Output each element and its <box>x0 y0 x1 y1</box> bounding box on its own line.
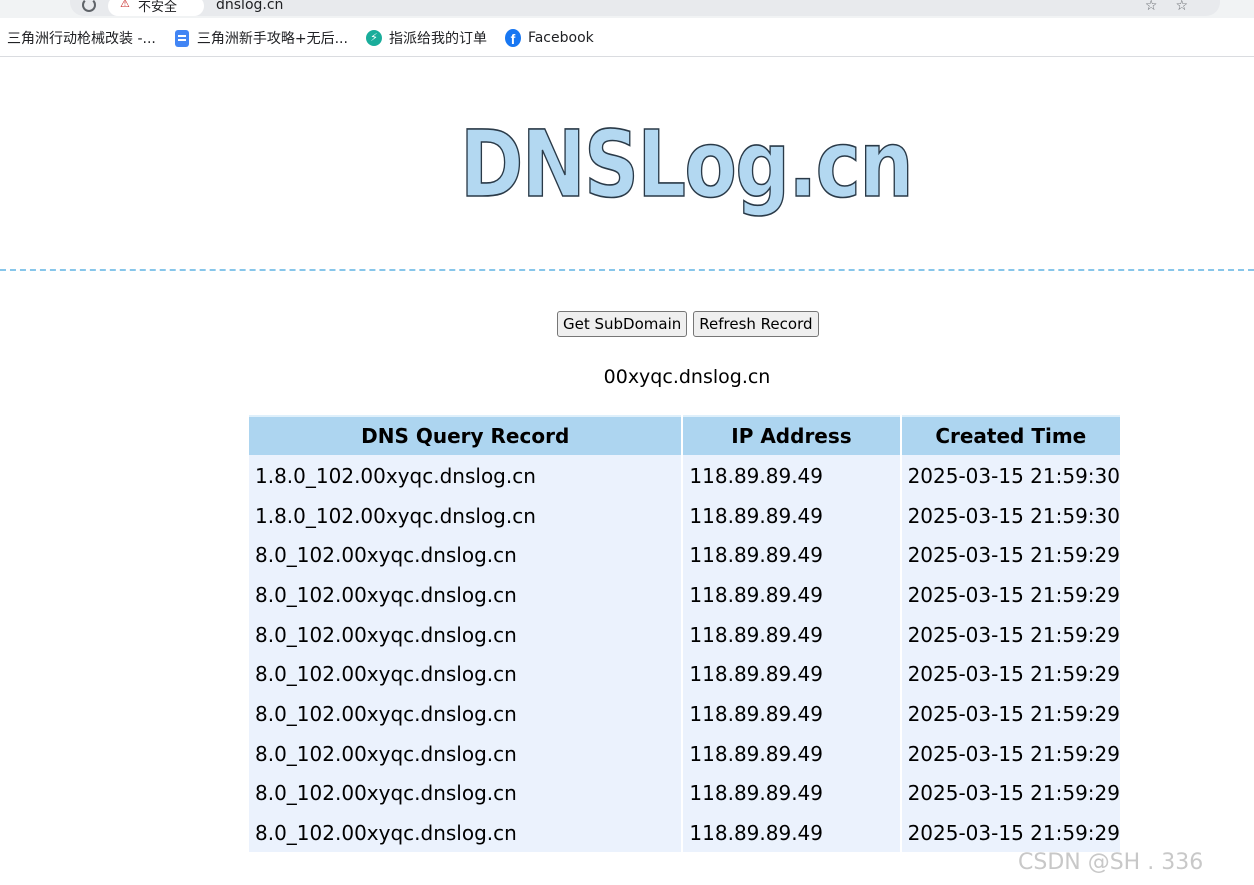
table-row: 8.0_102.00xyqc.dnslog.cn 118.89.89.49 2025… <box>249 772 1120 813</box>
not-secure-icon: ⚠ <box>120 0 130 10</box>
table-row: 8.0_102.00xyqc.dnslog.cn 118.89.89.49 2025… <box>249 613 1120 654</box>
back-forward-icon[interactable] <box>82 0 96 12</box>
dns-query-cell: 8.0_102.00xyqc.dnslog.cn <box>249 812 682 852</box>
created-time-cell: 2025-03-15 21:59:29 <box>901 693 1120 733</box>
created-time-cell: 2025-03-15 21:59:29 <box>901 613 1120 654</box>
created-time-cell: 2025-03-15 21:59:29 <box>901 732 1120 773</box>
dns-query-cell: 8.0_102.00xyqc.dnslog.cn <box>249 613 682 654</box>
dns-query-cell: 8.0_102.00xyqc.dnslog.cn <box>249 653 682 694</box>
dns-query-cell: 8.0_102.00xyqc.dnslog.cn <box>249 534 682 575</box>
bookmark-item[interactable]: f Facebook <box>504 29 594 47</box>
table-header-row: DNS Query Record IP Address Created Time <box>249 415 1120 455</box>
refresh-record-button[interactable]: Refresh Record <box>693 311 819 337</box>
star-icon[interactable]: ☆ <box>1145 0 1176 14</box>
created-time-cell: 2025-03-15 21:59:30 <box>901 455 1120 495</box>
bookmark-item[interactable]: 三角洲行动枪械改装 -... <box>7 28 156 48</box>
ip-address-cell: 118.89.89.49 <box>683 732 900 773</box>
ip-address-cell: 118.89.89.49 <box>683 772 900 813</box>
bookmark-item[interactable]: 三角洲新手攻略+无后... <box>174 28 348 48</box>
table-row: 8.0_102.00xyqc.dnslog.cn 118.89.89.49 2025… <box>249 693 1120 733</box>
created-time-cell: 2025-03-15 21:59:29 <box>901 534 1120 575</box>
subdomain-text: 00xyqc.dnslog.cn <box>603 366 771 388</box>
dns-query-cell: 1.8.0_102.00xyqc.dnslog.cn <box>249 455 682 495</box>
created-time-cell: 2025-03-15 21:59:29 <box>901 812 1120 852</box>
ip-address-cell: 118.89.89.49 <box>683 653 900 694</box>
table-row: 8.0_102.00xyqc.dnslog.cn 118.89.89.49 2025… <box>249 574 1120 614</box>
table-row: 8.0_102.00xyqc.dnslog.cn 118.89.89.49 2025… <box>249 534 1120 575</box>
bookmarks-bar: 三角洲行动枪械改装 -... 三角洲新手攻略+无后... ⚡ 指派给我的订单 f… <box>0 20 1254 57</box>
get-subdomain-button[interactable]: Get SubDomain <box>557 311 688 337</box>
table-row: 1.8.0_102.00xyqc.dnslog.cn 118.89.89.49 20… <box>249 494 1120 535</box>
ip-address-cell: 118.89.89.49 <box>683 455 900 495</box>
table-row: 8.0_102.00xyqc.dnslog.cn 118.89.89.49 2025… <box>249 653 1120 694</box>
facebook-icon: f <box>504 29 521 47</box>
column-header-dns-query: DNS Query Record <box>249 415 682 455</box>
ip-address-cell: 118.89.89.49 <box>683 534 900 575</box>
address-bar[interactable]: ⚠ 不安全 dnslog.cn ☆☆ <box>70 0 1220 16</box>
bookmark-label: 三角洲新手攻略+无后... <box>196 31 348 47</box>
ip-address-cell: 118.89.89.49 <box>683 812 900 852</box>
bookmark-item[interactable]: ⚡ 指派给我的订单 <box>365 28 487 48</box>
not-secure-label: 不安全 <box>138 0 178 15</box>
extensions-icon[interactable]: ☆ <box>1175 0 1206 14</box>
dnslog-logo: DNSLog.cn <box>459 110 915 219</box>
ip-address-cell: 118.89.89.49 <box>683 693 900 733</box>
bolt-icon: ⚡ <box>365 30 382 46</box>
dashed-divider <box>0 269 1254 271</box>
dns-query-cell: 8.0_102.00xyqc.dnslog.cn <box>249 772 682 813</box>
dns-query-cell: 1.8.0_102.00xyqc.dnslog.cn <box>249 494 682 535</box>
created-time-cell: 2025-03-15 21:59:30 <box>901 494 1120 535</box>
ip-address-cell: 118.89.89.49 <box>683 494 900 535</box>
created-time-cell: 2025-03-15 21:59:29 <box>901 772 1120 813</box>
csdn-watermark: CSDN @SH . 336 <box>1018 850 1204 875</box>
logo-text: DNSLog.cn <box>460 111 912 218</box>
column-header-created-time: Created Time <box>901 415 1120 455</box>
bookmark-label: 三角洲行动枪械改装 -... <box>7 31 156 47</box>
dns-record-table: DNS Query Record IP Address Created Time… <box>247 415 1122 852</box>
bookmark-label: Facebook <box>527 30 594 46</box>
column-header-ip-address: IP Address <box>683 415 900 455</box>
created-time-cell: 2025-03-15 21:59:29 <box>901 653 1120 694</box>
security-chip[interactable]: ⚠ 不安全 <box>108 0 204 16</box>
action-buttons: Get SubDomain Refresh Record <box>557 311 819 337</box>
dns-query-cell: 8.0_102.00xyqc.dnslog.cn <box>249 693 682 733</box>
table-row: 8.0_102.00xyqc.dnslog.cn 118.89.89.49 2025… <box>249 812 1120 852</box>
table-row: 8.0_102.00xyqc.dnslog.cn 118.89.89.49 2025… <box>249 732 1120 773</box>
bookmark-label: 指派给我的订单 <box>388 31 487 47</box>
dns-query-cell: 8.0_102.00xyqc.dnslog.cn <box>249 574 682 614</box>
ip-address-cell: 118.89.89.49 <box>683 613 900 654</box>
created-time-cell: 2025-03-15 21:59:29 <box>901 574 1120 614</box>
dns-query-cell: 8.0_102.00xyqc.dnslog.cn <box>249 732 682 773</box>
url-text[interactable]: dnslog.cn <box>216 0 283 13</box>
ip-address-cell: 118.89.89.49 <box>683 574 900 614</box>
doc-icon <box>174 29 190 47</box>
browser-toolbar: ⚠ 不安全 dnslog.cn ☆☆ <box>0 0 1254 18</box>
table-row: 1.8.0_102.00xyqc.dnslog.cn 118.89.89.49 20… <box>249 455 1120 495</box>
